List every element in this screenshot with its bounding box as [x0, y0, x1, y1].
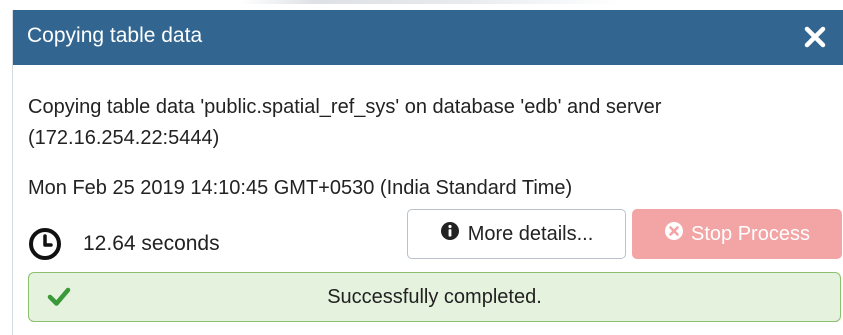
stop-process-button[interactable]: Stop Process [632, 209, 842, 259]
times-circle-icon [664, 221, 684, 247]
more-details-label: More details... [467, 222, 594, 245]
stop-process-label: Stop Process [691, 222, 810, 245]
process-timestamp: Mon Feb 25 2019 14:10:45 GMT+0530 (India… [28, 177, 573, 199]
dialog-title: Copying table data [27, 24, 203, 47]
message-line-1: Copying table data 'public.spatial_ref_s… [28, 96, 662, 118]
process-message: Copying table data 'public.spatial_ref_s… [28, 92, 818, 154]
status-text: Successfully completed. [327, 285, 542, 308]
info-icon [440, 221, 460, 247]
clock-icon [28, 227, 62, 261]
background-blur [240, 0, 620, 4]
process-dialog: Copying table data Copying table data 'p… [12, 10, 843, 335]
dialog-titlebar[interactable]: Copying table data [13, 10, 843, 65]
message-line-2: (172.16.254.22:5444) [28, 127, 220, 149]
status-banner: Successfully completed. [28, 272, 841, 322]
background-strip [0, 0, 843, 10]
more-details-button[interactable]: More details... [407, 209, 626, 259]
close-icon[interactable] [802, 24, 828, 50]
elapsed-time: 12.64 seconds [83, 232, 220, 255]
